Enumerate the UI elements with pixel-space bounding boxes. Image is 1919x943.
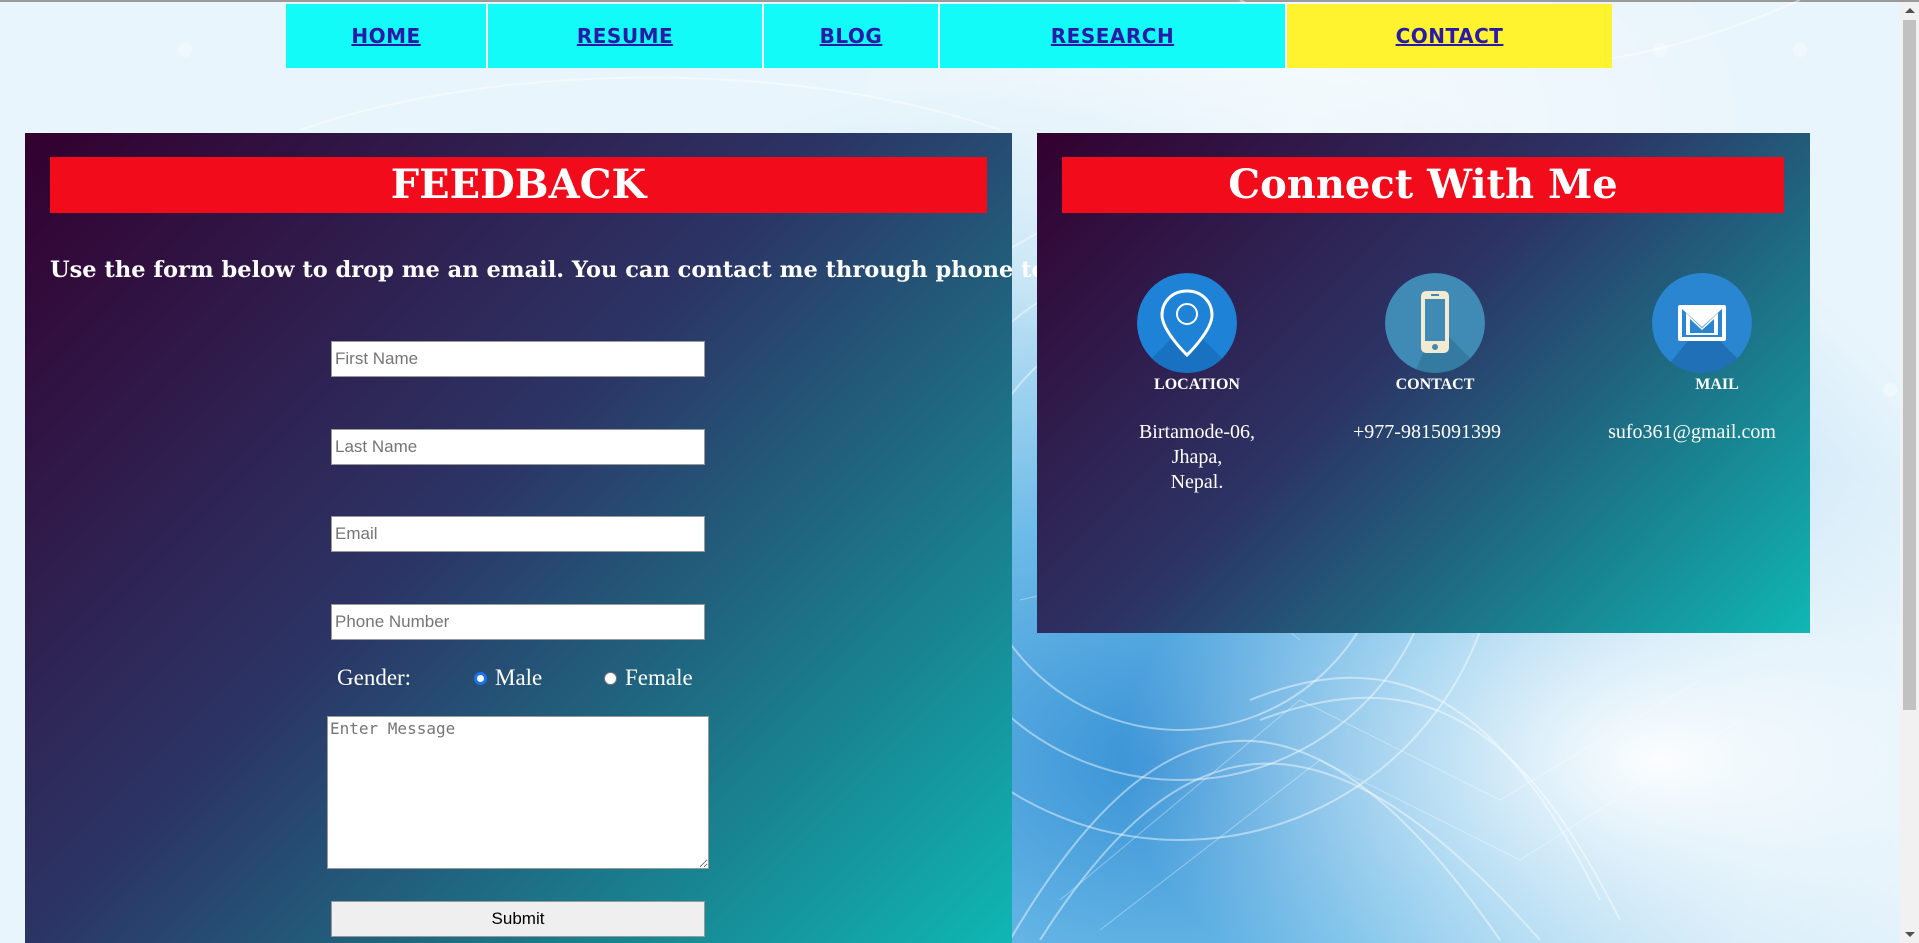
contact-value: +977-9815091399: [1327, 420, 1527, 445]
gender-label: Gender:: [337, 665, 412, 690]
location-line-2: Jhapa,: [1171, 446, 1223, 468]
nav-resume-link[interactable]: RESUME: [488, 4, 764, 68]
contact-label: CONTACT: [1395, 376, 1475, 393]
location-pin-icon: [1137, 273, 1237, 373]
gender-female-option[interactable]: Female: [604, 665, 693, 691]
female-radio-button[interactable]: [604, 671, 617, 685]
connect-panel: Connect With Me LOCATION Birtamode-06, J…: [1037, 133, 1810, 633]
location-line-3: Nepal.: [1170, 471, 1224, 493]
location-value: Birtamode-06, Jhapa, Nepal.: [1097, 420, 1297, 495]
browser-top-border: [0, 0, 1919, 2]
first-name-input[interactable]: [331, 341, 705, 377]
mail-label: MAIL: [1695, 376, 1739, 393]
location-line-1: Birtamode-06,: [1138, 421, 1256, 443]
male-radio-button[interactable]: [474, 671, 487, 685]
feedback-title: FEEDBACK: [50, 157, 987, 213]
nav-home-link[interactable]: HOME: [286, 4, 488, 68]
nav-contact-link[interactable]: CONTACT: [1287, 4, 1612, 68]
feedback-panel: FEEDBACK Use the form below to drop me a…: [25, 133, 1243, 943]
message-textarea[interactable]: [327, 716, 709, 869]
connect-title: Connect With Me: [1062, 157, 1784, 213]
top-navigation: HOME RESUME BLOG RESEARCH CONTACT: [286, 4, 1612, 68]
phone-number-input[interactable]: [331, 604, 705, 640]
email-input[interactable]: [331, 516, 705, 552]
scroll-up-arrow-icon[interactable]: [1900, 2, 1919, 19]
mobile-phone-icon: [1385, 273, 1485, 373]
location-label: LOCATION: [1154, 376, 1240, 393]
last-name-input[interactable]: [331, 429, 705, 465]
nav-research-link[interactable]: RESEARCH: [940, 4, 1287, 68]
gender-male-option[interactable]: Male: [474, 665, 542, 691]
mail-line-1: sufo361@gmail.com: [1608, 421, 1776, 443]
feedback-description: Use the form below to drop me an email. …: [50, 257, 1243, 283]
mail-envelope-icon: [1652, 273, 1752, 373]
scroll-down-arrow-icon[interactable]: [1900, 926, 1919, 943]
contact-line-1: +977-9815091399: [1353, 421, 1501, 443]
female-radio-label: Female: [625, 665, 693, 690]
submit-button[interactable]: Submit: [331, 901, 705, 937]
scrollbar-thumb[interactable]: [1903, 20, 1916, 710]
male-radio-label: Male: [495, 665, 543, 690]
mail-value: sufo361@gmail.com: [1582, 420, 1802, 445]
nav-blog-link[interactable]: BLOG: [764, 4, 940, 68]
